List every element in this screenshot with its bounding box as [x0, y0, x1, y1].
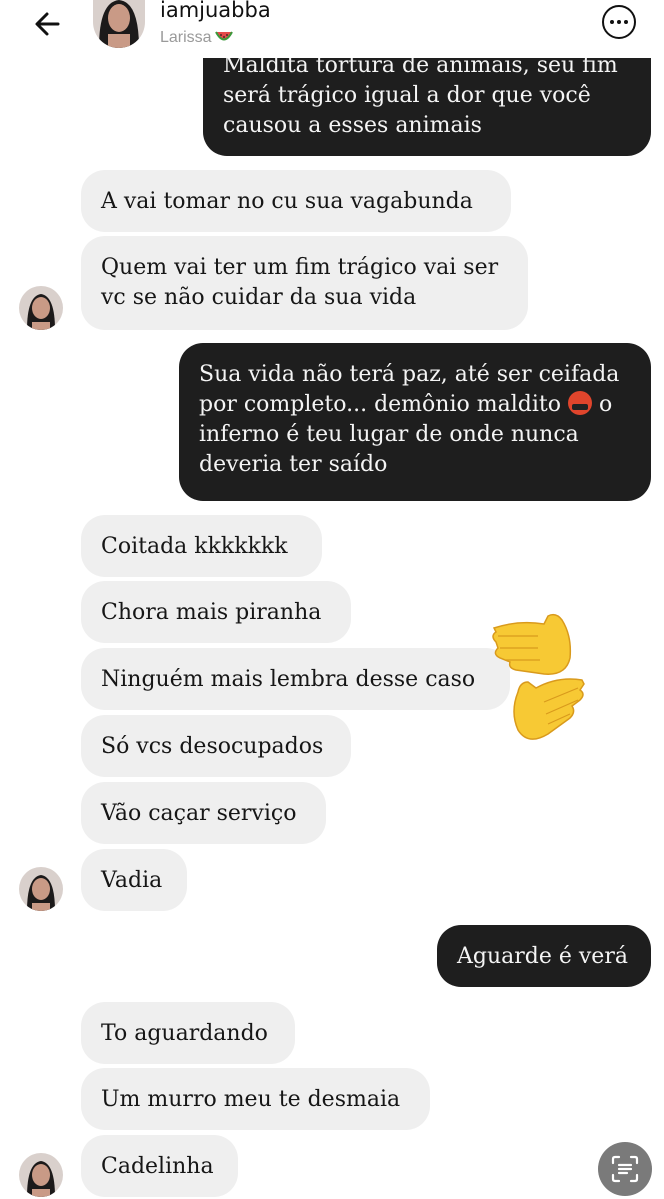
- message-text: Só vcs desocupados: [101, 734, 324, 759]
- message-text: inferno é teu lugar de onde nunca: [199, 422, 579, 447]
- message-incoming[interactable]: Coitada kkkkkkk: [81, 515, 322, 577]
- scan-text-button[interactable]: [598, 1142, 652, 1196]
- message-incoming[interactable]: Só vcs desocupados: [81, 715, 351, 777]
- message-text: Ninguém mais lembra desse caso: [101, 667, 476, 692]
- message-text: Aguarde é verá: [457, 944, 628, 969]
- sender-avatar[interactable]: [19, 1153, 63, 1197]
- message-text: Coitada kkkkkkk: [101, 534, 288, 559]
- message-text: Cadelinha: [101, 1154, 214, 1179]
- message-text: o: [591, 392, 613, 417]
- message-text: Quem vai ter um fim trágico vai ser: [101, 255, 499, 280]
- message-text: To aguardando: [101, 1021, 268, 1046]
- display-name-text: Larissa: [160, 29, 212, 46]
- message-incoming[interactable]: Ninguém mais lembra desse caso: [81, 648, 510, 710]
- sender-avatar[interactable]: [19, 286, 63, 330]
- watermelon-icon: [214, 30, 233, 42]
- message-text: deveria ter saído: [199, 452, 388, 477]
- message-text: A vai tomar no cu sua vagabunda: [101, 189, 473, 214]
- message-incoming[interactable]: Vadia: [81, 849, 187, 911]
- message-text: por completo... demônio maldito: [199, 392, 561, 417]
- more-options-icon: [617, 20, 621, 24]
- message-outgoing[interactable]: Sua vida não terá paz, até ser ceifada p…: [179, 343, 651, 501]
- chat-username[interactable]: iamjuabba: [160, 0, 271, 22]
- more-options-button[interactable]: [602, 5, 636, 39]
- message-text: Vadia: [101, 868, 163, 893]
- profile-avatar[interactable]: [93, 0, 145, 48]
- message-text: Sua vida não terá paz, até ser ceifada: [199, 362, 620, 387]
- message-incoming[interactable]: Vão caçar serviço: [81, 782, 326, 844]
- message-outgoing[interactable]: Aguarde é verá: [437, 925, 651, 987]
- more-options-icon: [610, 20, 614, 24]
- message-text: causou a esses animais: [223, 113, 482, 138]
- message-incoming[interactable]: Cadelinha: [81, 1135, 238, 1197]
- scan-text-icon: [611, 1155, 639, 1183]
- message-text: será trágico igual a dor que você: [223, 83, 591, 108]
- arrow-left-icon: [35, 12, 60, 36]
- waving-hands-icon: [488, 606, 588, 748]
- message-incoming[interactable]: Um murro meu te desmaia: [81, 1068, 430, 1130]
- message-incoming[interactable]: A vai tomar no cu sua vagabunda: [81, 170, 511, 232]
- message-text: Chora mais piranha: [101, 600, 322, 625]
- message-incoming[interactable]: Quem vai ter um fim trágico vai ser vc s…: [81, 236, 528, 330]
- chat-display-name: Larissa: [160, 29, 233, 47]
- chat-header: iamjuabba Larissa: [0, 0, 664, 58]
- dm-conversation-screen: Maldita tortura de animais, seu fim será…: [0, 0, 664, 1199]
- sender-avatar[interactable]: [19, 867, 63, 911]
- face-with-symbols-on-mouth-icon: [567, 391, 592, 415]
- back-button[interactable]: [28, 4, 68, 44]
- more-options-icon: [624, 20, 628, 24]
- message-incoming[interactable]: Chora mais piranha: [81, 581, 351, 643]
- message-incoming[interactable]: To aguardando: [81, 1002, 295, 1064]
- message-text: Vão caçar serviço: [101, 801, 297, 826]
- message-line: por completo... demônio maldito o: [199, 390, 651, 420]
- message-text: Um murro meu te desmaia: [101, 1087, 401, 1112]
- message-text: vc se não cuidar da sua vida: [101, 285, 417, 310]
